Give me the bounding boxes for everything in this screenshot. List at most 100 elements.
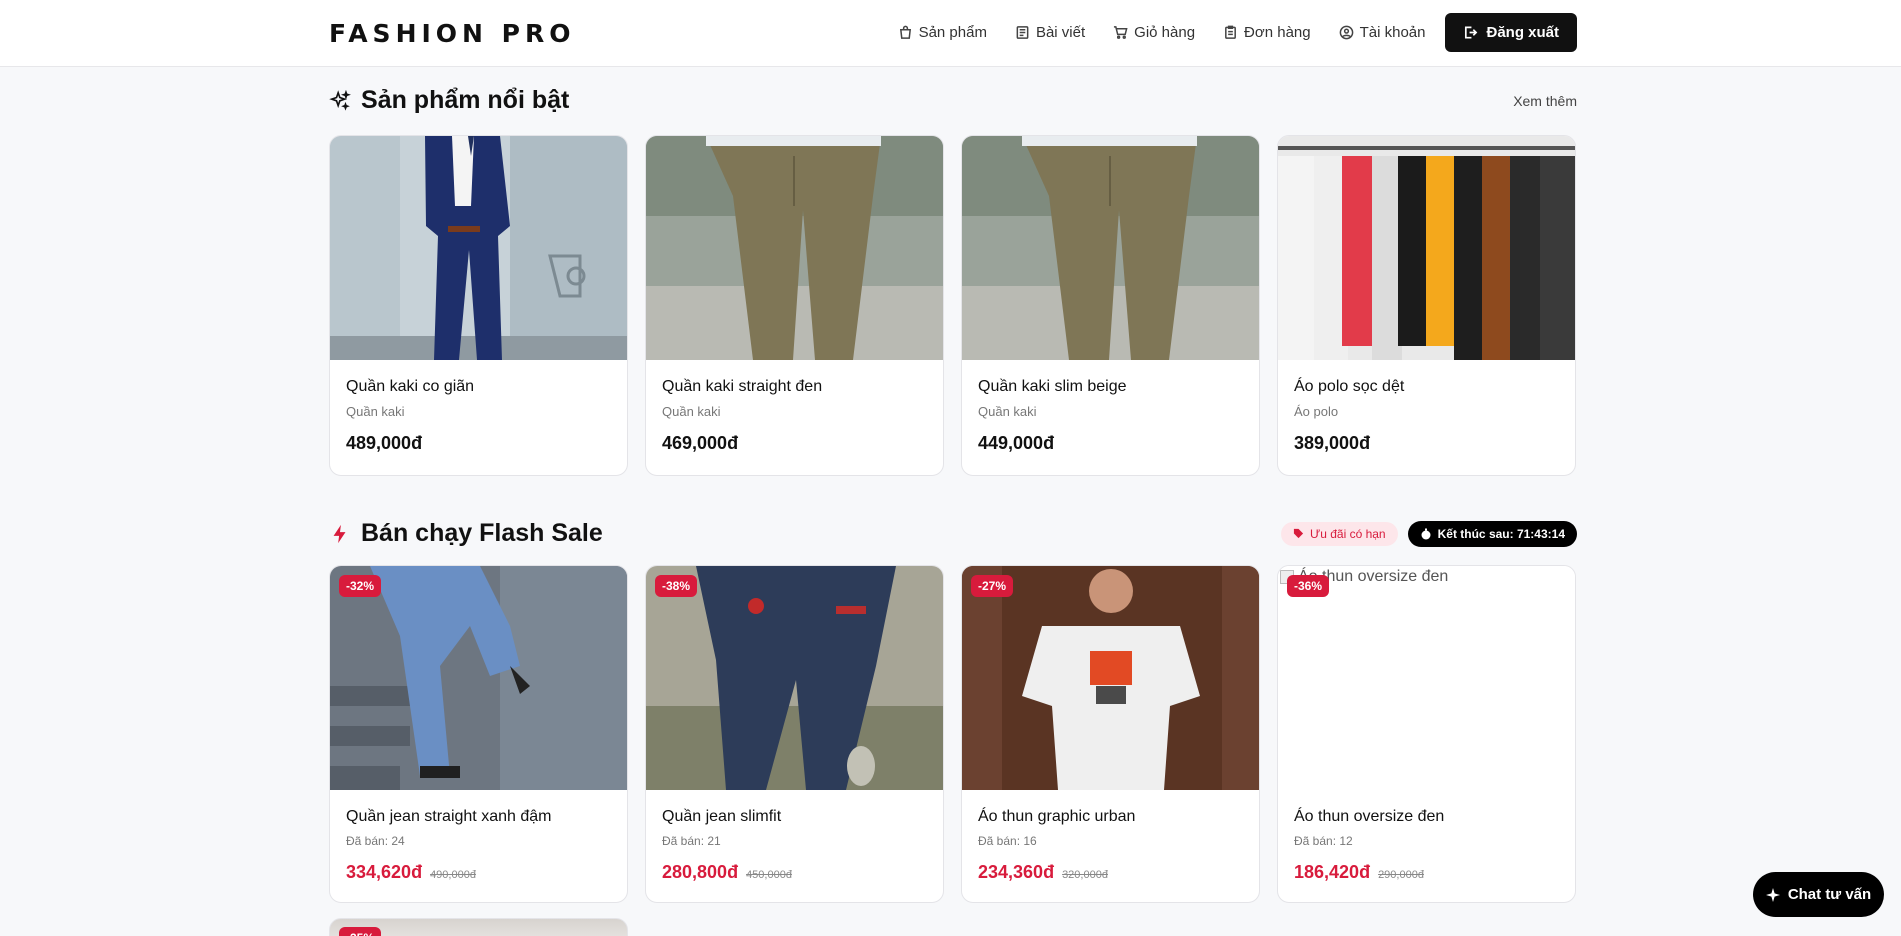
logout-button[interactable]: Đăng xuất bbox=[1445, 13, 1577, 52]
product-info: Áo thun graphic urban Đã bán: 16 234,360… bbox=[962, 790, 1259, 883]
limited-offer-label: Ưu đãi có hạn bbox=[1309, 526, 1386, 541]
countdown-label: Kết thúc sau: 71:43:14 bbox=[1437, 526, 1565, 541]
flash-sale-title-text: Bán chạy Flash Sale bbox=[361, 519, 603, 547]
product-info: Quần jean slimfit Đã bán: 21 280,800đ 45… bbox=[646, 790, 943, 883]
sale-product-card[interactable]: -27% Áo thun graphic urban Đã bán: 16 23… bbox=[961, 565, 1260, 903]
main-nav: Sản phẩm Bài viết Giỏ hàng Đơn hàng Tài … bbox=[898, 13, 1577, 52]
product-category: Quần kaki bbox=[662, 404, 721, 419]
product-photo-khaki-pants bbox=[646, 136, 943, 360]
product-name: Áo thun oversize đen bbox=[1294, 808, 1445, 825]
discount-badge: -32% bbox=[339, 575, 382, 597]
product-price: 489,000đ bbox=[346, 433, 423, 453]
top-navbar: FASHION PRO Sản phẩm Bài viết Giỏ hàng Đ… bbox=[0, 0, 1901, 67]
discount-badge: -36% bbox=[1287, 575, 1330, 597]
nav-products-label: Sản phẩm bbox=[918, 24, 987, 41]
product-photo-graphic-tee bbox=[962, 566, 1259, 790]
tag-icon bbox=[1293, 528, 1304, 539]
sold-count: Đã bán: 16 bbox=[978, 834, 1037, 848]
original-price: 320,000đ bbox=[1062, 869, 1108, 881]
sale-price: 186,420đ bbox=[1294, 862, 1371, 882]
product-price: 469,000đ bbox=[662, 433, 739, 453]
nav-orders[interactable]: Đơn hàng bbox=[1223, 24, 1311, 41]
product-name: Quần jean straight xanh đậm bbox=[346, 808, 552, 825]
featured-title-text: Sản phẩm nổi bật bbox=[361, 86, 570, 114]
flash-sale-meta: Ưu đãi có hạn Kết thúc sau: 71:43:14 bbox=[1280, 520, 1577, 547]
discount-badge: -38% bbox=[655, 575, 698, 597]
chat-support-label: Chat tư vấn bbox=[1787, 886, 1872, 903]
nav-account[interactable]: Tài khoản bbox=[1339, 24, 1426, 41]
sold-count: Đã bán: 24 bbox=[346, 834, 405, 848]
product-image bbox=[1278, 136, 1575, 360]
user-icon bbox=[1339, 25, 1353, 40]
product-name: Áo polo sọc dệt bbox=[1294, 378, 1405, 395]
nav-cart[interactable]: Giỏ hàng bbox=[1113, 24, 1195, 41]
nav-orders-label: Đơn hàng bbox=[1244, 24, 1311, 41]
flash-sale-section-header: Bán chạy Flash Sale Ưu đãi có hạn Kết th… bbox=[329, 519, 1577, 548]
product-photo-polo-rack bbox=[1278, 136, 1575, 360]
product-info: Áo polo sọc dệt Áo polo 389,000đ bbox=[1278, 360, 1575, 454]
product-info: Áo thun oversize đen Đã bán: 12 186,420đ… bbox=[1278, 790, 1575, 883]
nav-account-label: Tài khoản bbox=[1359, 24, 1426, 41]
price-row: 334,620đ 490,000đ bbox=[346, 862, 611, 883]
article-icon bbox=[1016, 26, 1029, 39]
product-photo-slimfit-jeans bbox=[646, 566, 943, 790]
product-info: Quần kaki co giãn Quần kaki 489,000đ bbox=[330, 360, 627, 454]
featured-title: Sản phẩm nổi bật bbox=[329, 86, 569, 115]
stopwatch-icon bbox=[1421, 528, 1431, 539]
product-card[interactable]: Quần kaki co giãn Quần kaki 489,000đ bbox=[329, 135, 628, 476]
featured-section-header: Sản phẩm nổi bật Xem thêm bbox=[329, 86, 1577, 115]
cart-icon bbox=[1114, 26, 1128, 39]
product-image: -38% bbox=[646, 566, 943, 790]
nav-articles[interactable]: Bài viết bbox=[1015, 24, 1085, 41]
product-name: Quần kaki straight đen bbox=[662, 378, 823, 395]
product-info: Quần jean straight xanh đậm Đã bán: 24 3… bbox=[330, 790, 627, 883]
logout-label: Đăng xuất bbox=[1486, 24, 1559, 41]
order-icon bbox=[1225, 25, 1236, 39]
product-category: Áo polo bbox=[1294, 404, 1339, 419]
sale-price: 334,620đ bbox=[346, 862, 423, 882]
product-category: Quần kaki bbox=[978, 404, 1037, 419]
product-price: 389,000đ bbox=[1294, 433, 1371, 453]
nav-cart-label: Giỏ hàng bbox=[1134, 24, 1196, 41]
original-price: 450,000đ bbox=[746, 869, 792, 881]
product-price: 449,000đ bbox=[978, 433, 1055, 453]
price-row: 234,360đ 320,000đ bbox=[978, 862, 1243, 883]
sale-product-card[interactable]: Áo thun oversize đen -36% Áo thun oversi… bbox=[1277, 565, 1576, 903]
sale-product-card[interactable]: -32% Quần jean straight xanh đậm Đã bán:… bbox=[329, 565, 628, 903]
sparkles-icon bbox=[329, 89, 351, 111]
product-photo-jeans-stairs bbox=[330, 566, 627, 790]
sale-price: 234,360đ bbox=[978, 862, 1055, 882]
sale-product-card[interactable]: -38% Quần jean slimfit Đã bán: 21 280,80… bbox=[645, 565, 944, 903]
product-card[interactable]: Quần kaki straight đen Quần kaki 469,000… bbox=[645, 135, 944, 476]
product-image bbox=[330, 136, 627, 360]
product-name: Quần jean slimfit bbox=[662, 808, 782, 825]
product-image bbox=[646, 136, 943, 360]
see-more-link[interactable]: Xem thêm bbox=[1513, 93, 1577, 109]
sale-price: 280,800đ bbox=[662, 862, 739, 882]
price-row: 280,800đ 450,000đ bbox=[662, 862, 927, 883]
sale-product-card-partial[interactable]: -35% bbox=[329, 918, 628, 936]
discount-badge: -35% bbox=[339, 927, 382, 936]
product-category: Quần kaki bbox=[346, 404, 405, 419]
limited-offer-badge: Ưu đãi có hạn bbox=[1280, 521, 1398, 546]
sold-count: Đã bán: 12 bbox=[1294, 834, 1353, 848]
brand-logo[interactable]: FASHION PRO bbox=[329, 19, 576, 48]
chat-support-button[interactable]: Chat tư vấn bbox=[1753, 872, 1884, 917]
product-name: Quần kaki slim beige bbox=[978, 378, 1127, 395]
countdown-timer: Kết thúc sau: 71:43:14 bbox=[1407, 520, 1577, 547]
discount-badge: -27% bbox=[971, 575, 1014, 597]
product-image: -27% bbox=[962, 566, 1259, 790]
original-price: 290,000đ bbox=[1378, 869, 1424, 881]
product-image-broken: Áo thun oversize đen -36% bbox=[1278, 566, 1575, 790]
flash-sale-title: Bán chạy Flash Sale bbox=[329, 519, 603, 548]
product-name: Áo thun graphic urban bbox=[978, 808, 1136, 825]
nav-articles-label: Bài viết bbox=[1035, 24, 1086, 41]
original-price: 490,000đ bbox=[430, 869, 476, 881]
product-photo-khaki-pants bbox=[962, 136, 1259, 360]
product-info: Quần kaki slim beige Quần kaki 449,000đ bbox=[962, 360, 1259, 454]
product-card[interactable]: Áo polo sọc dệt Áo polo 389,000đ bbox=[1277, 135, 1576, 476]
lightning-icon bbox=[333, 524, 346, 543]
product-name: Quần kaki co giãn bbox=[346, 378, 475, 395]
nav-products[interactable]: Sản phẩm bbox=[898, 24, 987, 41]
product-card[interactable]: Quần kaki slim beige Quần kaki 449,000đ bbox=[961, 135, 1260, 476]
